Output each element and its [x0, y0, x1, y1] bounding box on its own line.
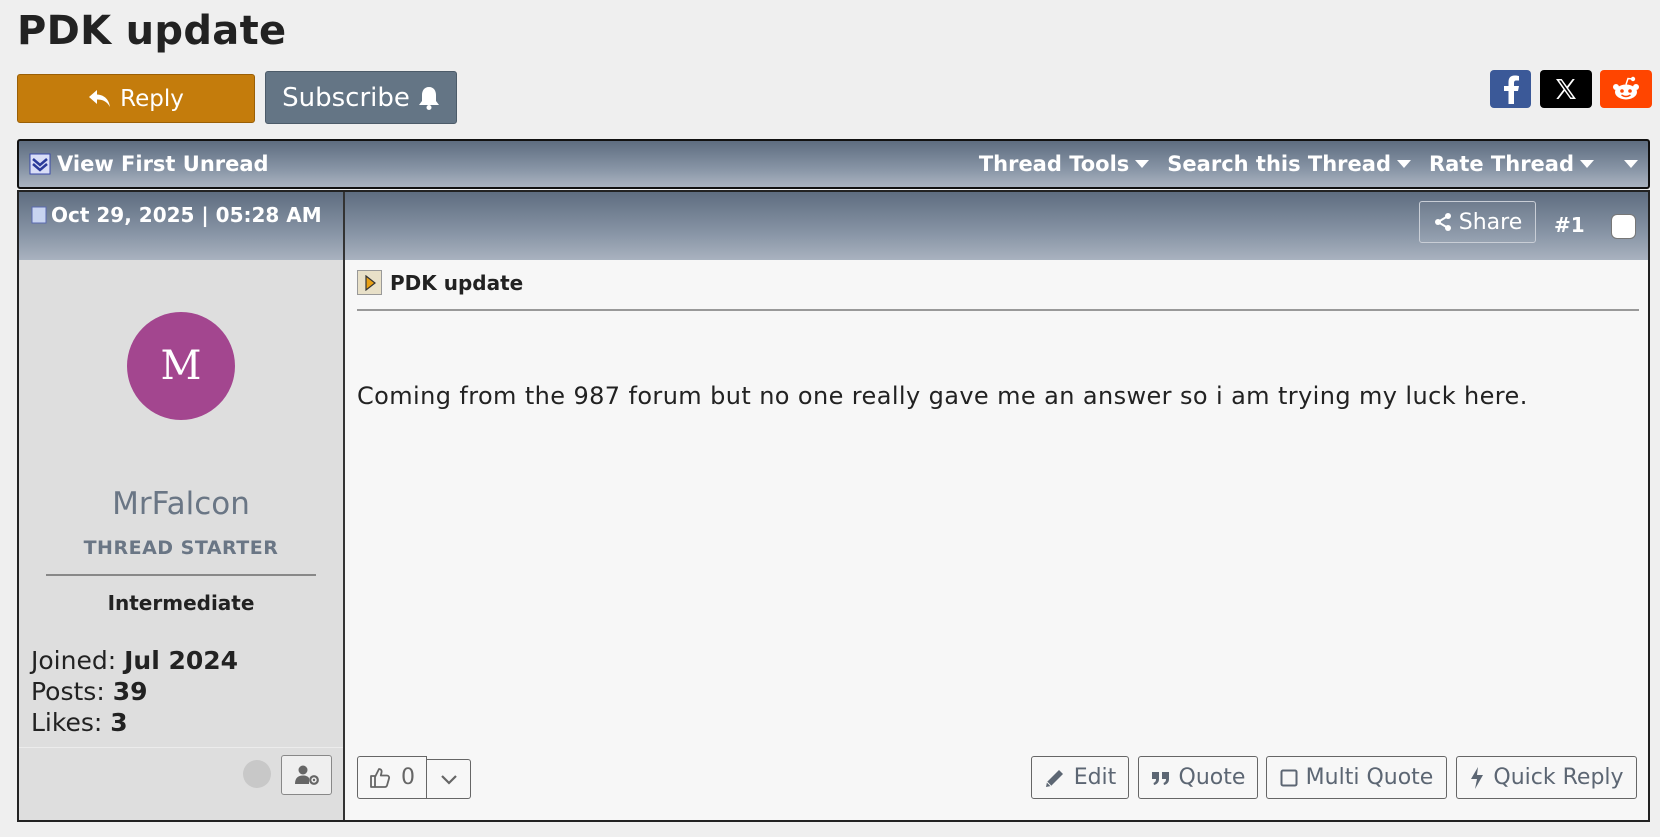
online-status-indicator: [243, 760, 271, 788]
post-title-text: PDK update: [390, 270, 524, 295]
page-title: PDK update: [17, 8, 287, 54]
share-button[interactable]: Share: [1419, 201, 1536, 243]
quote-icon: [1151, 771, 1169, 785]
caret-down-icon: [1396, 160, 1411, 168]
divider: [19, 747, 343, 748]
subscribe-button[interactable]: Subscribe: [265, 71, 457, 124]
view-first-unread-label: View First Unread: [57, 152, 269, 176]
first-unread-icon: [29, 153, 51, 175]
posts-value: 39: [112, 677, 148, 706]
thread-toolbar: View First Unread Thread Tools Search th…: [17, 139, 1650, 189]
thread-tools-menu[interactable]: Thread Tools: [978, 152, 1150, 176]
reply-button[interactable]: Reply: [17, 74, 255, 123]
user-info-panel: Oct 29, 2025 | 05:28 AM M MrFalcon THREA…: [19, 192, 345, 820]
user-settings-icon: [294, 765, 319, 785]
caret-down-icon: [1624, 160, 1638, 168]
rate-thread-label: Rate Thread: [1428, 152, 1574, 176]
multi-quote-button[interactable]: Multi Quote: [1266, 756, 1447, 799]
joined-value: Jul 2024: [124, 646, 239, 675]
like-dropdown-button[interactable]: [427, 759, 471, 799]
post-date: Oct 29, 2025 | 05:28 AM: [51, 203, 322, 227]
search-thread-label: Search this Thread: [1167, 152, 1391, 176]
like-count: 0: [401, 765, 415, 790]
bell-icon: [418, 86, 439, 110]
user-stats: Joined: Jul 2024 Posts: 39 Likes: 3: [31, 645, 238, 738]
post-date-bar: Oct 29, 2025 | 05:28 AM: [19, 192, 343, 260]
chevron-down-icon: [440, 775, 457, 785]
facebook-icon: [1503, 75, 1519, 104]
posts-row: Posts: 39: [31, 676, 238, 707]
post-body: Coming from the 987 forum but no one rea…: [357, 382, 1528, 410]
thread-starter-badge: THREAD STARTER: [83, 537, 279, 559]
post-select-checkbox[interactable]: [1611, 214, 1636, 239]
joined-row: Joined: Jul 2024: [31, 645, 238, 676]
quick-reply-button[interactable]: Quick Reply: [1456, 756, 1637, 799]
avatar[interactable]: M: [127, 312, 235, 420]
post-title: PDK update: [357, 270, 523, 295]
thread-tools-label: Thread Tools: [978, 152, 1130, 176]
likes-row: Likes: 3: [31, 707, 238, 738]
share-label: Share: [1458, 209, 1523, 235]
thumbs-up-icon: [370, 767, 391, 788]
display-modes-menu[interactable]: [1624, 160, 1638, 168]
caret-down-icon: [1580, 160, 1594, 168]
reply-arrow-icon: [89, 89, 111, 107]
post-title-icon: [357, 270, 382, 295]
caret-down-icon: [1135, 160, 1150, 168]
divider: [357, 309, 1639, 311]
x-icon: [1556, 79, 1576, 99]
avatar-letter: M: [160, 343, 202, 389]
username-link[interactable]: MrFalcon: [19, 486, 343, 522]
share-icon: [1434, 213, 1451, 231]
view-first-unread-link[interactable]: View First Unread: [29, 152, 269, 176]
reply-button-label: Reply: [120, 85, 184, 112]
post-number-link[interactable]: #1: [1554, 213, 1585, 237]
rate-thread-menu[interactable]: Rate Thread: [1429, 152, 1594, 176]
edit-label: Edit: [1073, 765, 1117, 790]
multi-quote-label: Multi Quote: [1305, 765, 1434, 790]
quote-label: Quote: [1178, 765, 1246, 790]
posts-label: Posts:: [31, 677, 105, 706]
likes-value: 3: [110, 708, 128, 737]
facebook-share-button[interactable]: [1490, 70, 1531, 108]
like-button[interactable]: 0: [357, 756, 427, 799]
reddit-share-button[interactable]: [1600, 70, 1652, 108]
quote-button[interactable]: Quote: [1138, 756, 1258, 799]
likes-label: Likes:: [31, 708, 103, 737]
reddit-icon: [1613, 76, 1639, 100]
user-rank: Intermediate: [107, 591, 255, 615]
post-container: Oct 29, 2025 | 05:28 AM M MrFalcon THREA…: [17, 190, 1650, 822]
joined-label: Joined:: [31, 646, 117, 675]
quick-reply-label: Quick Reply: [1493, 765, 1624, 790]
pencil-icon: [1045, 769, 1063, 787]
search-thread-menu[interactable]: Search this Thread: [1167, 152, 1411, 176]
subscribe-button-label: Subscribe: [282, 82, 410, 113]
lightning-icon: [1471, 766, 1484, 789]
x-share-button[interactable]: [1540, 70, 1592, 108]
divider: [46, 574, 316, 576]
user-menu-button[interactable]: [281, 755, 332, 795]
checkbox-icon: [1280, 769, 1298, 786]
like-control: 0: [357, 756, 471, 799]
post-icon: [31, 206, 47, 224]
edit-button[interactable]: Edit: [1031, 756, 1129, 799]
